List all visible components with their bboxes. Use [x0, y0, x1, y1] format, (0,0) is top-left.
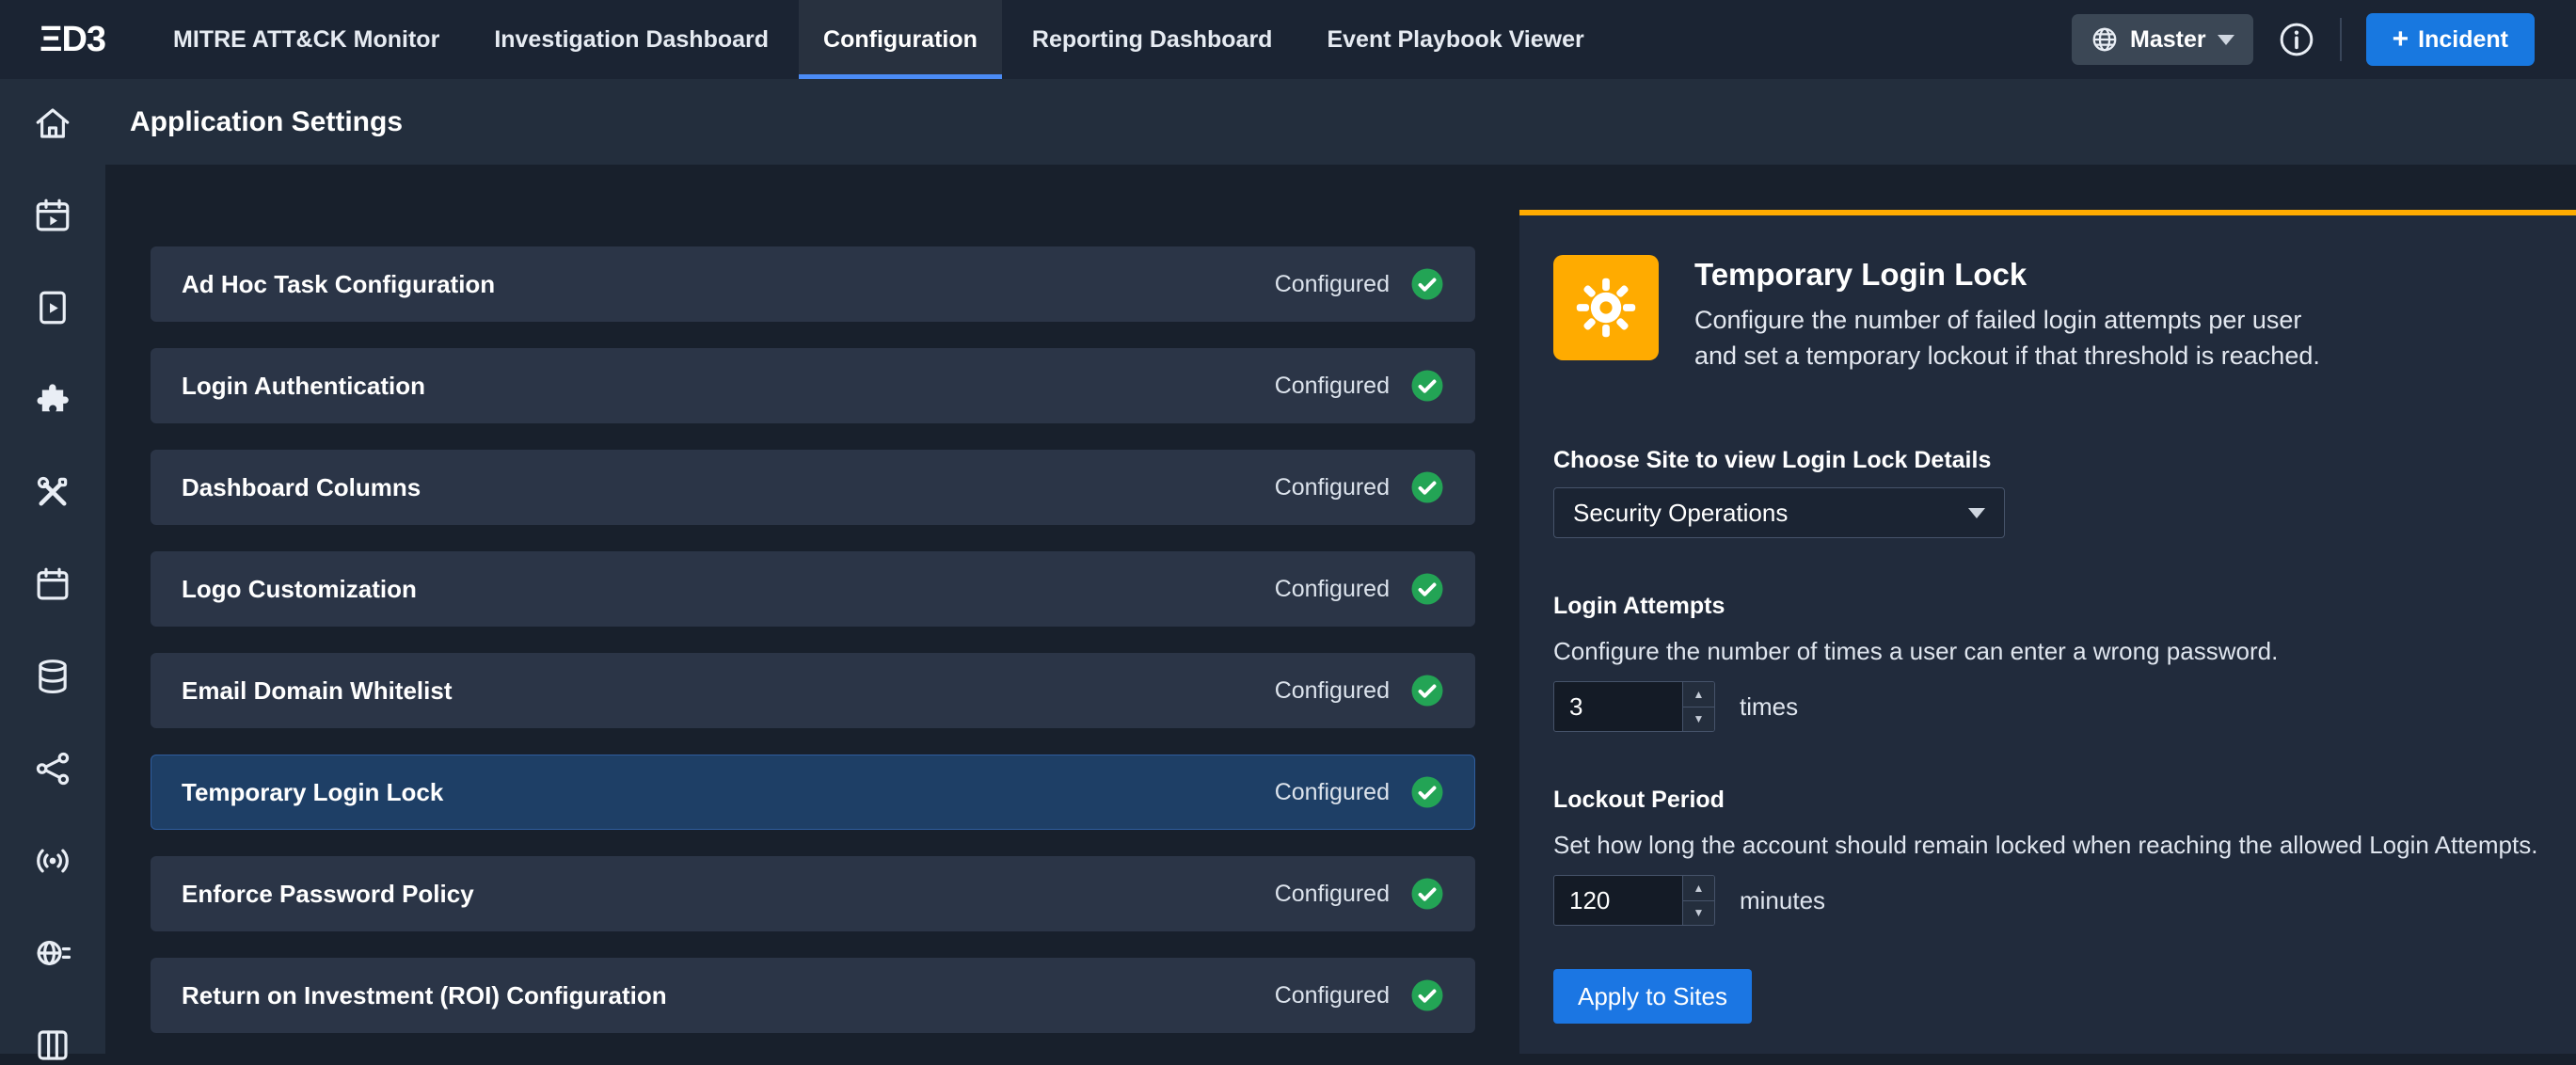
spin-up-button[interactable]: ▲: [1683, 682, 1714, 707]
setting-name: Email Domain Whitelist: [182, 676, 1275, 706]
spin-up-button[interactable]: ▲: [1683, 876, 1714, 900]
site-select-value: Security Operations: [1573, 499, 1968, 528]
configured-check-icon: [1410, 369, 1444, 403]
settings-list: Ad Hoc Task Configuration Configured Log…: [151, 246, 1475, 1033]
nav-reporting-dashboard[interactable]: Reporting Dashboard: [1008, 0, 1297, 79]
setting-status: Configured: [1275, 271, 1390, 298]
configured-check-icon: [1410, 267, 1444, 301]
setting-status: Configured: [1275, 677, 1390, 705]
chevron-down-icon: [2218, 35, 2234, 45]
lockout-period-row: ▲ ▼ minutes: [1553, 875, 2538, 926]
configured-check-icon: [1410, 674, 1444, 707]
d3-logo[interactable]: ΞD3: [40, 20, 105, 60]
lockout-period-input: ▲ ▼: [1553, 875, 1715, 926]
plus-icon: +: [2393, 25, 2409, 54]
nav-configuration[interactable]: Configuration: [799, 0, 1002, 79]
setting-status: Configured: [1275, 474, 1390, 501]
chevron-down-icon: [1968, 508, 1985, 518]
calendar-icon[interactable]: [32, 564, 73, 604]
configured-check-icon: [1410, 978, 1444, 1012]
top-nav: ΞD3 MITRE ATT&CK Monitor Investigation D…: [0, 0, 2576, 79]
spin-down-button[interactable]: ▼: [1683, 900, 1714, 926]
database-icon[interactable]: [32, 657, 73, 696]
details-description: Configure the number of failed login att…: [1694, 302, 2320, 374]
apply-to-sites-button[interactable]: Apply to Sites: [1553, 969, 1752, 1024]
configured-check-icon: [1410, 775, 1444, 809]
nav-event-playbook-viewer[interactable]: Event Playbook Viewer: [1302, 0, 1608, 79]
setting-status: Configured: [1275, 373, 1390, 400]
login-attempts-row: ▲ ▼ times: [1553, 681, 2538, 732]
share-icon[interactable]: [32, 749, 73, 788]
details-title: Temporary Login Lock: [1694, 257, 2320, 293]
details-header: Temporary Login Lock Configure the numbe…: [1553, 255, 2538, 374]
globe-list-icon[interactable]: [32, 933, 73, 973]
setting-name: Temporary Login Lock: [182, 778, 1275, 807]
broadcast-icon[interactable]: [32, 841, 73, 881]
settings-row-ad-hoc-task[interactable]: Ad Hoc Task Configuration Configured: [151, 246, 1475, 322]
tools-icon[interactable]: [32, 472, 73, 512]
setting-name: Enforce Password Policy: [182, 880, 1275, 909]
settings-row-temporary-login-lock[interactable]: Temporary Login Lock Configured: [151, 755, 1475, 830]
nav-investigation-dashboard[interactable]: Investigation Dashboard: [469, 0, 793, 79]
lockout-period-description: Set how long the account should remain l…: [1553, 831, 2538, 860]
site-select[interactable]: Security Operations: [1553, 487, 2005, 538]
lockout-period-label: Lockout Period: [1553, 787, 2538, 814]
home-icon[interactable]: [32, 103, 73, 143]
lockout-period-unit: minutes: [1740, 886, 1825, 915]
configured-check-icon: [1410, 470, 1444, 504]
setting-name: Login Authentication: [182, 372, 1275, 401]
calendar-play-icon[interactable]: [32, 196, 73, 235]
settings-row-login-authentication[interactable]: Login Authentication Configured: [151, 348, 1475, 423]
setting-name: Return on Investment (ROI) Configuration: [182, 981, 1275, 1010]
nav-mitre-attack-monitor[interactable]: MITRE ATT&CK Monitor: [149, 0, 464, 79]
settings-row-roi-configuration[interactable]: Return on Investment (ROI) Configuration…: [151, 958, 1475, 1033]
lockout-period-field[interactable]: [1554, 876, 1682, 925]
setting-status: Configured: [1275, 779, 1390, 806]
gear-icon: [1553, 255, 1659, 360]
info-icon[interactable]: [2278, 21, 2315, 58]
details-title-block: Temporary Login Lock Configure the numbe…: [1694, 255, 2320, 374]
setting-status: Configured: [1275, 576, 1390, 603]
puzzle-icon[interactable]: [32, 380, 73, 420]
setting-name: Logo Customization: [182, 575, 1275, 604]
spin-down-button[interactable]: ▼: [1683, 707, 1714, 732]
incident-label: Incident: [2418, 26, 2508, 54]
file-play-icon[interactable]: [32, 288, 73, 327]
nav-right-cluster: Master + Incident: [2072, 13, 2576, 66]
columns-icon[interactable]: [32, 1025, 73, 1065]
globe-icon: [2091, 25, 2119, 54]
page-header: Application Settings: [105, 79, 2576, 165]
details-panel: Temporary Login Lock Configure the numbe…: [1519, 210, 2576, 1054]
login-attempts-description: Configure the number of times a user can…: [1553, 637, 2538, 666]
settings-row-logo-customization[interactable]: Logo Customization Configured: [151, 551, 1475, 627]
configured-check-icon: [1410, 572, 1444, 606]
settings-row-dashboard-columns[interactable]: Dashboard Columns Configured: [151, 450, 1475, 525]
setting-name: Ad Hoc Task Configuration: [182, 270, 1275, 299]
master-label: Master: [2130, 26, 2206, 54]
setting-name: Dashboard Columns: [182, 473, 1275, 502]
login-attempts-field[interactable]: [1554, 682, 1682, 731]
lockout-period-spinner: ▲ ▼: [1682, 876, 1714, 925]
site-select-label: Choose Site to view Login Lock Details: [1553, 447, 2538, 474]
configured-check-icon: [1410, 877, 1444, 911]
login-attempts-input: ▲ ▼: [1553, 681, 1715, 732]
settings-row-email-domain-whitelist[interactable]: Email Domain Whitelist Configured: [151, 653, 1475, 728]
page-title: Application Settings: [130, 106, 403, 138]
login-attempts-spinner: ▲ ▼: [1682, 682, 1714, 731]
login-attempts-unit: times: [1740, 692, 1798, 722]
login-attempts-label: Login Attempts: [1553, 593, 2538, 620]
setting-status: Configured: [1275, 881, 1390, 908]
left-icon-sidebar: [0, 79, 105, 1054]
setting-status: Configured: [1275, 982, 1390, 1009]
master-dropdown[interactable]: Master: [2072, 14, 2253, 65]
settings-row-enforce-password-policy[interactable]: Enforce Password Policy Configured: [151, 856, 1475, 931]
add-incident-button[interactable]: + Incident: [2366, 13, 2535, 66]
nav-divider: [2340, 18, 2342, 61]
